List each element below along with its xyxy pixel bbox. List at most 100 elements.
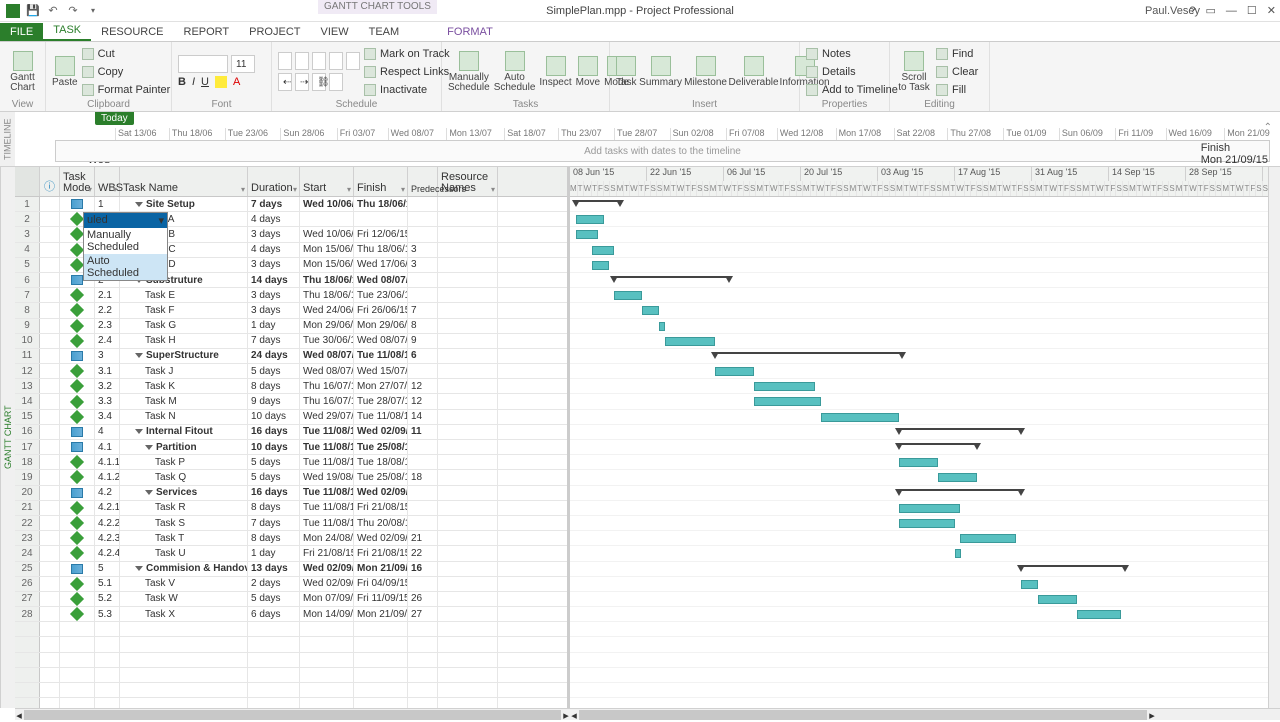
summary-bar[interactable] [899,489,1021,498]
table-row[interactable]: 214.2.1Task R8 daysTue 11/08/1Fri 21/08/… [15,501,567,516]
col-resource-names[interactable]: Resource Names▾ [438,167,498,196]
table-row-empty[interactable] [15,698,567,708]
table-row[interactable]: 82.2Task F3 daysWed 24/06/1Fri 26/06/157 [15,303,567,318]
col-start[interactable]: Start▾ [300,167,354,196]
gantt-row[interactable] [570,273,1280,288]
task-insert-button[interactable]: Task [616,47,637,97]
task-bar[interactable] [592,246,614,255]
table-row[interactable]: 11Site Setup7 daysWed 10/06/Thu 18/06/1! [15,197,567,212]
auto-schedule-button[interactable]: Auto Schedule [494,47,536,97]
table-row[interactable]: 153.4Task N10 daysWed 29/07/:Tue 11/08/1… [15,410,567,425]
tab-file[interactable]: FILE [0,23,43,41]
outdent-button[interactable]: ⇠ [278,73,292,91]
summary-bar[interactable] [1021,565,1125,574]
gantt-row[interactable] [570,319,1280,334]
minimize-icon[interactable]: — [1226,5,1237,17]
pct0-button[interactable] [278,52,292,70]
tab-project[interactable]: PROJECT [239,23,310,41]
copy-button[interactable]: Copy [82,64,171,80]
unlink-button[interactable] [329,73,343,91]
table-row-empty[interactable] [15,622,567,637]
paste-button[interactable]: Paste [52,47,78,97]
gantt-row[interactable] [570,288,1280,303]
respect-links-button[interactable]: Respect Links [364,64,450,80]
col-predecessors[interactable]: Predecessors [408,167,438,196]
task-bar[interactable] [938,473,977,482]
find-button[interactable]: Find [936,46,978,62]
font-size-select[interactable]: 11 [231,55,255,73]
table-row[interactable]: 92.3Task G1 dayMon 29/06/1Mon 29/06/18 [15,319,567,334]
gantt-row[interactable] [570,258,1280,273]
tab-team[interactable]: TEAM [359,23,410,41]
task-bar[interactable] [665,337,715,346]
table-body[interactable]: uled▾ Manually Scheduled Auto Scheduled … [15,197,567,708]
gantt-row[interactable] [570,470,1280,485]
table-row[interactable]: 123.1Task J5 daysWed 08/07/:Wed 15/07/ [15,364,567,379]
gantt-body[interactable] [570,197,1280,708]
table-row[interactable]: 164Internal Fitout16 daysTue 11/08/1Wed … [15,425,567,440]
undo-icon[interactable]: ↶ [46,4,60,18]
pct100-button[interactable] [346,52,360,70]
tab-format[interactable]: FORMAT [437,23,503,41]
table-row[interactable]: 194.1.2Task Q5 daysWed 19/08/Tue 25/08/1… [15,470,567,485]
gantt-row[interactable] [570,440,1280,455]
col-task-name[interactable]: Task Name▾ [120,167,248,196]
table-row-empty[interactable] [15,668,567,683]
underline-button[interactable]: U [201,76,209,88]
gantt-row[interactable] [570,410,1280,425]
gantt-row[interactable] [570,227,1280,242]
task-bar[interactable] [1077,610,1121,619]
table-row[interactable]: 143.3Task M9 daysThu 16/07/1Tue 28/07/11… [15,394,567,409]
task-bar[interactable] [754,382,815,391]
tab-task[interactable]: TASK [43,21,91,41]
gantt-row[interactable] [570,197,1280,212]
gantt-row[interactable] [570,486,1280,501]
table-row-empty[interactable] [15,683,567,698]
col-wbs[interactable]: WBS▾ [95,167,120,196]
timeline-drop-hint[interactable]: Add tasks with dates to the timeline [55,140,1270,162]
close-icon[interactable]: ✕ [1267,4,1276,17]
task-bar[interactable] [899,458,938,467]
gantt-hscroll[interactable]: ◂▸ [570,708,1280,720]
link-button[interactable]: ⛓ [312,73,326,91]
pct25-button[interactable] [295,52,309,70]
gantt-row[interactable] [570,364,1280,379]
table-row[interactable]: 255Commision & Handover13 daysWed 02/09/… [15,562,567,577]
summary-bar[interactable] [614,276,729,285]
inactivate-button[interactable]: Inactivate [364,82,450,98]
add-to-timeline-button[interactable]: Add to Timeline [806,82,898,98]
mark-on-track-button[interactable]: Mark on Track [364,46,450,62]
fill-color-button[interactable] [215,76,227,88]
italic-button[interactable]: I [192,76,195,88]
dd-auto[interactable]: Auto Scheduled [84,254,167,280]
move-button[interactable]: Move [576,47,600,97]
gantt-row[interactable] [570,516,1280,531]
task-bar[interactable] [754,397,821,406]
table-row[interactable]: 265.1Task V2 daysWed 02/09/:Fri 04/09/15 [15,577,567,592]
gantt-row[interactable] [570,303,1280,318]
table-row[interactable]: 113SuperStructure24 daysWed 08/07/:Tue 1… [15,349,567,364]
task-bar[interactable] [659,322,665,331]
table-row[interactable]: 184.1.1Task P5 daysTue 11/08/1Tue 18/08/… [15,455,567,470]
col-task-mode[interactable]: Task Mode▾ [60,167,95,196]
gantt-row[interactable] [570,577,1280,592]
gantt-row[interactable] [570,425,1280,440]
task-bar[interactable] [576,230,598,239]
save-icon[interactable]: 💾 [26,4,40,18]
gantt-row[interactable] [570,394,1280,409]
gantt-row[interactable] [570,349,1280,364]
table-row[interactable]: 285.3Task X6 daysMon 14/09/1Mon 21/09/12… [15,607,567,622]
info-column-icon[interactable]: ⓘ [44,178,55,194]
table-hscroll[interactable]: ◂▸ [15,708,570,720]
table-row-empty[interactable] [15,637,567,652]
table-row[interactable]: 174.1Partition10 daysTue 11/08/1Tue 25/0… [15,440,567,455]
gantt-row[interactable] [570,212,1280,227]
summary-bar[interactable] [899,428,1021,437]
milestone-button[interactable]: Milestone [685,47,727,97]
inspect-button[interactable]: Inspect [539,47,571,97]
tab-view[interactable]: VIEW [310,23,358,41]
details-button[interactable]: Details [806,64,898,80]
gantt-row[interactable] [570,243,1280,258]
task-bar[interactable] [1038,595,1077,604]
vscroll[interactable] [1268,167,1280,708]
